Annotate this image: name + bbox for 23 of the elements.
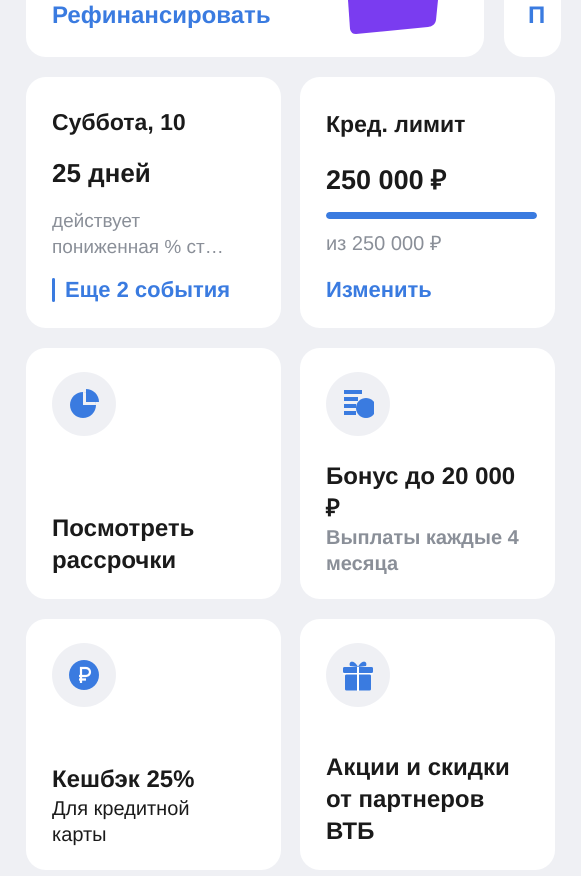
days-count: 25 дней — [52, 156, 152, 190]
card-title: П — [528, 2, 546, 30]
limit-total: из 250 000 ₽ — [326, 232, 443, 257]
promo-description: действует пониженная % ст… — [52, 210, 225, 260]
feature-title: Бонус до 20 000 ₽ — [326, 462, 516, 524]
feature-title: Кешбэк 25% — [52, 765, 196, 795]
ruble-coin-icon — [68, 659, 100, 691]
feature-subtitle: Для кредитной карты — [52, 797, 190, 848]
feature-title: Посмотреть рассрочки — [52, 514, 196, 576]
refinance-card[interactable]: Рефинансировать — [26, 0, 484, 57]
limit-title: Кред. лимит — [326, 110, 466, 139]
offer-card[interactable]: П — [504, 0, 561, 57]
accent-bar — [52, 278, 55, 302]
refinance-link[interactable]: Рефинансировать — [52, 2, 271, 30]
change-link[interactable]: Изменить — [326, 273, 432, 306]
coin-stack-icon — [342, 388, 374, 420]
limit-amount: 250 000 ₽ — [326, 164, 448, 196]
events-link[interactable]: Еще 2 события — [65, 273, 230, 306]
pie-chart-icon — [68, 388, 100, 420]
gift-icon — [342, 659, 374, 691]
date-label: Суббота, 10 — [52, 108, 187, 137]
feature-title: Акции и скидки от партнеров ВТБ — [326, 753, 511, 847]
feature-subtitle: Выплаты каждые 4 месяца — [326, 526, 520, 577]
